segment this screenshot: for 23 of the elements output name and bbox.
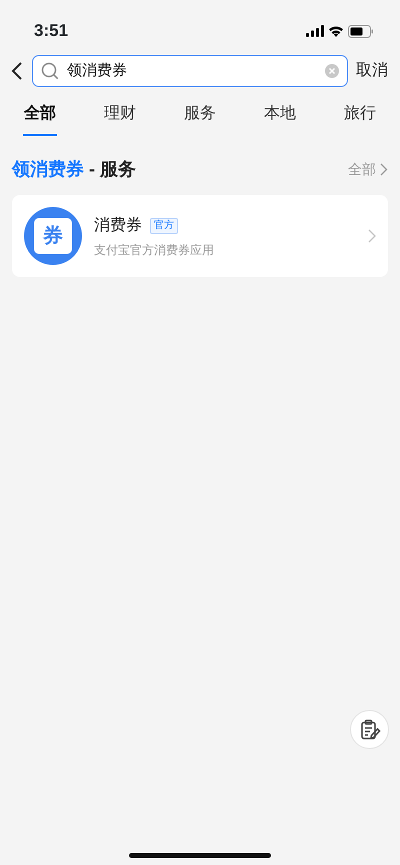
result-subtitle: 支付宝官方消费券应用 [94,242,215,258]
section-title: 领消费券 - 服务 [12,158,136,181]
tab[interactable]: 旅行 [330,102,390,136]
result-card[interactable]: 券 消费券 官方 支付宝官方消费券应用 [12,195,388,277]
cancel-button[interactable]: 取消 [356,59,388,83]
tab[interactable]: 服务 [170,102,230,136]
chevron-icon [380,163,388,176]
tab[interactable]: 全部 [10,102,70,136]
signal-icon [306,25,324,37]
tab[interactable]: 本地 [250,102,310,136]
search-input[interactable]: 领消费券 [65,58,319,84]
official-tag: 官方 [150,218,178,234]
tab[interactable]: 理财 [90,102,150,136]
result-title: 消费券 [94,216,142,236]
status-time: 3:51 [34,20,68,42]
app-logo-icon: 券 [24,207,82,265]
wifi-icon [328,25,344,37]
search-field[interactable]: 领消费券 [32,55,348,87]
clipboard-edit-icon [358,718,380,740]
feedback-button[interactable] [350,710,389,749]
chevron-icon [368,229,376,243]
battery-icon [348,24,374,38]
search-icon [41,62,59,80]
